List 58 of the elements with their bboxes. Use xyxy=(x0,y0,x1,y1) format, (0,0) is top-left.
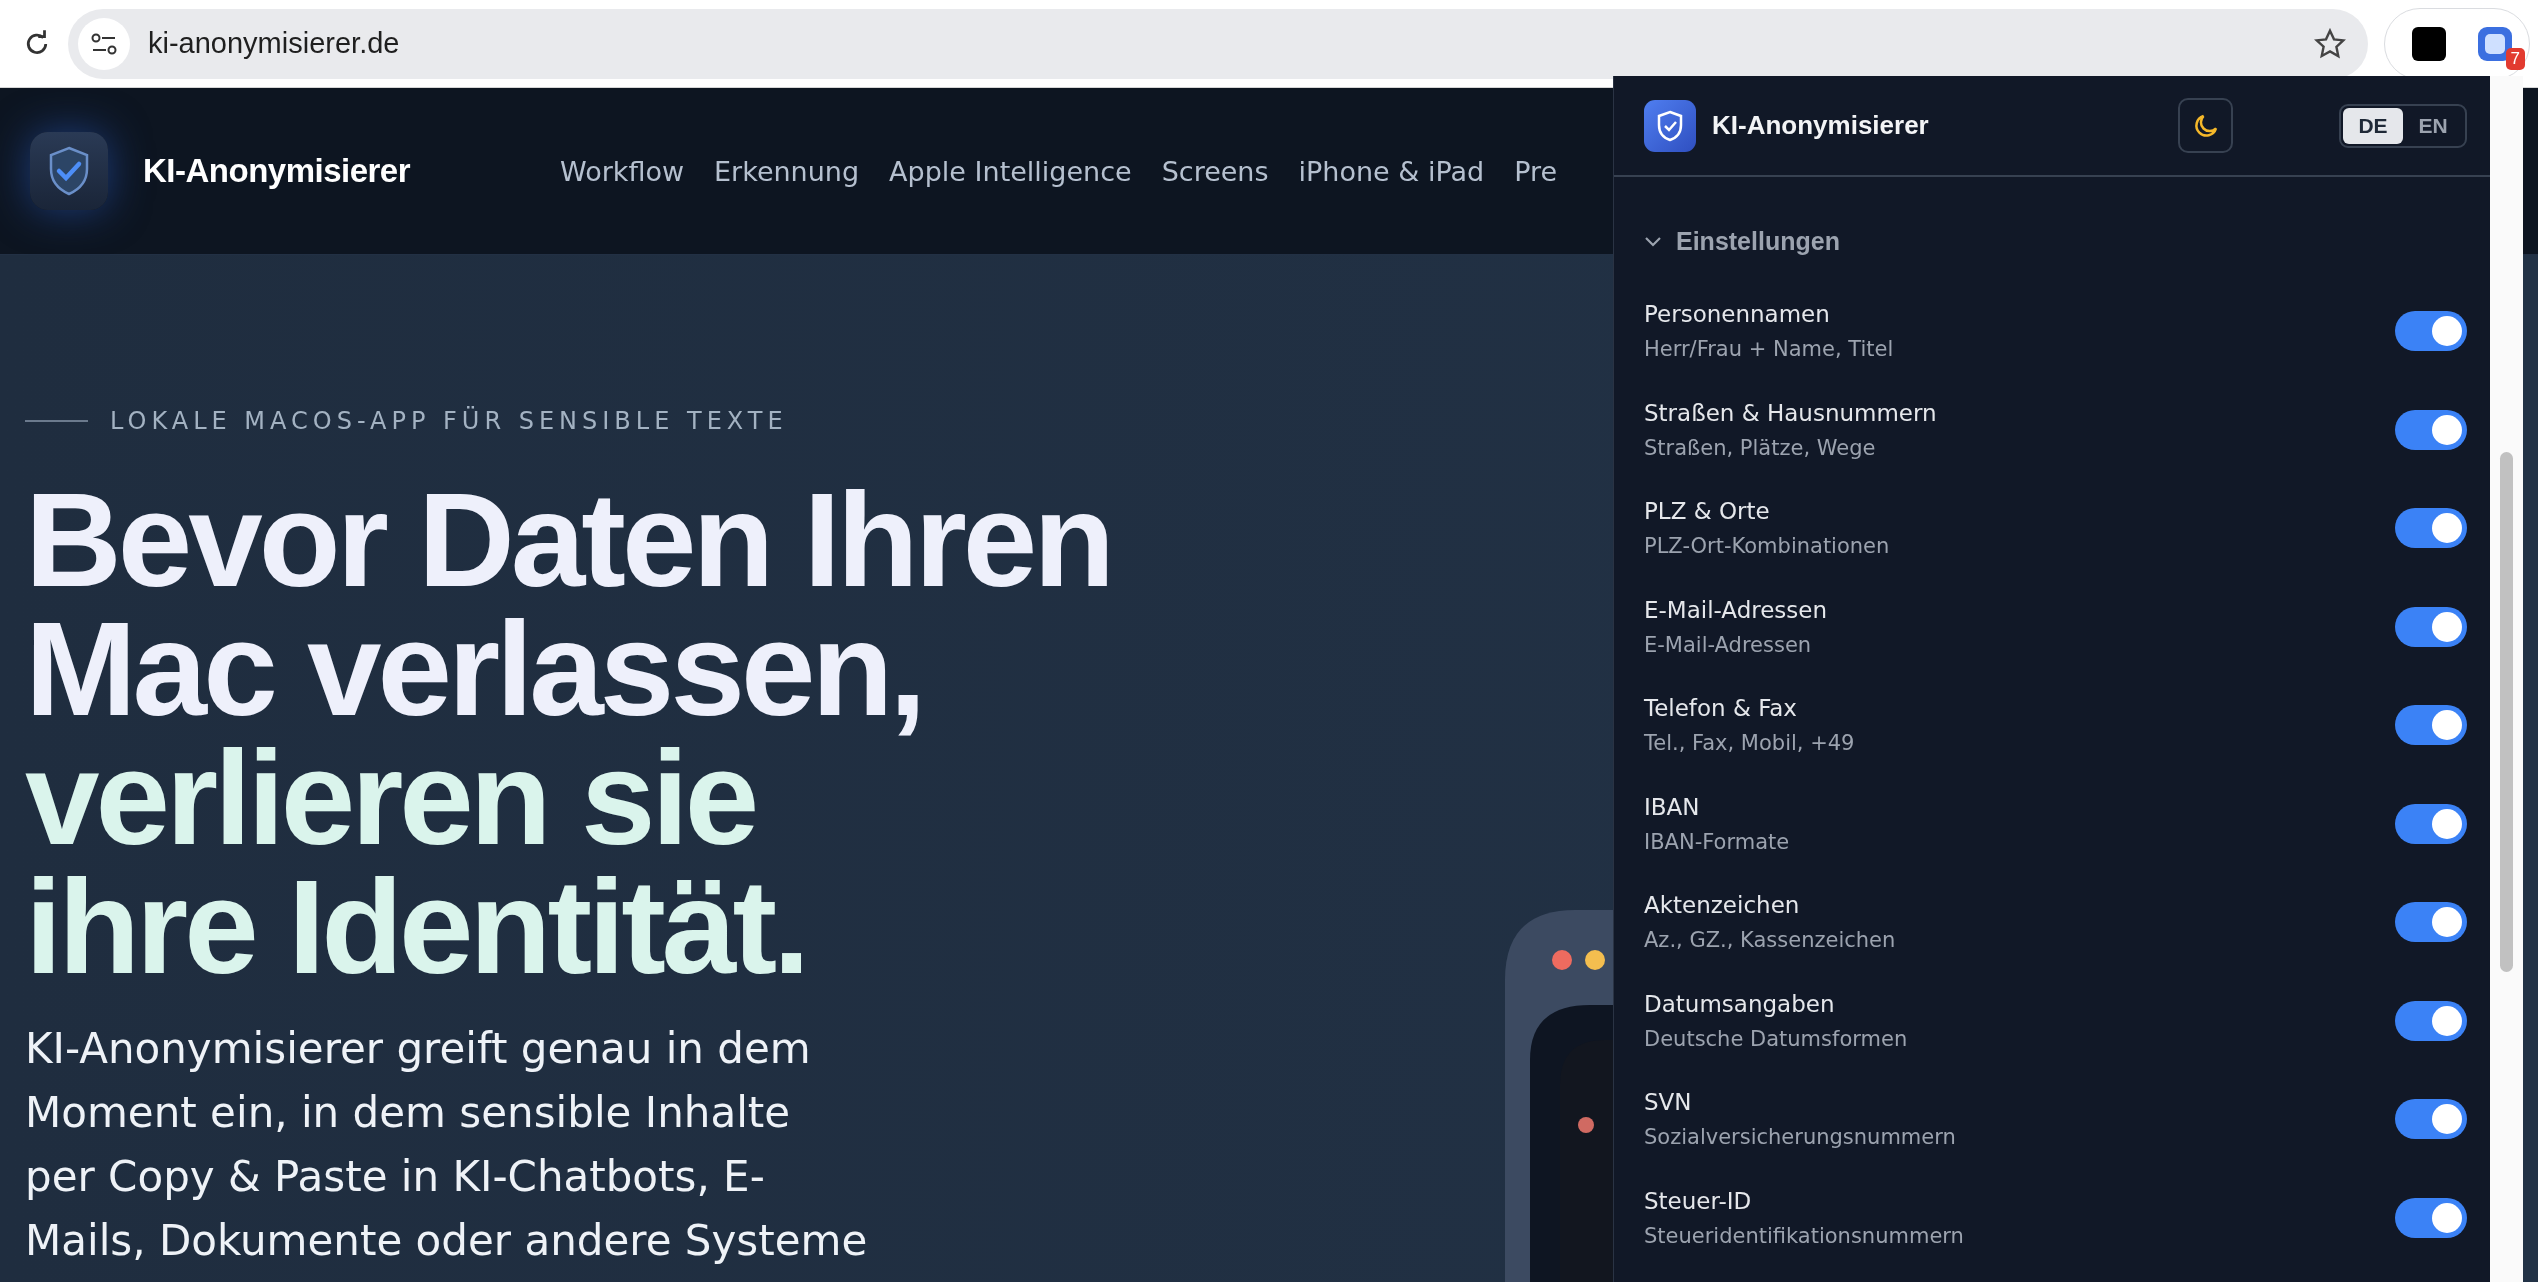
toggle-switch[interactable] xyxy=(2395,606,2467,647)
chevron-icon[interactable] xyxy=(1644,235,1662,248)
nav-link[interactable]: Erkennung xyxy=(714,155,860,187)
setting-name: E-Mail-Adressen xyxy=(1644,596,1828,623)
setting-name: Steuer-ID xyxy=(1644,1187,1753,1214)
shield-logo-icon xyxy=(1644,99,1696,152)
toggle-switch[interactable] xyxy=(2395,902,2467,943)
setting-hint: PLZ-Ort-Kombinationen xyxy=(1644,534,1890,559)
setting-hint: Tel., Fax, Mobil, +49 xyxy=(1644,731,1855,756)
brand-name[interactable]: KI-Anonymisierer xyxy=(143,152,411,190)
setting-name: IBAN xyxy=(1644,793,1701,820)
headline-line: Bevor Daten Ihren xyxy=(25,475,1113,604)
setting-hint: Deutsche Datumsformen xyxy=(1644,1026,1908,1051)
setting-name: PLZ & Orte xyxy=(1644,498,1771,525)
setting-hint: Herr/Frau + Name, Titel xyxy=(1644,337,1894,362)
nav-link[interactable]: Screens xyxy=(1161,155,1269,187)
toggle-switch[interactable] xyxy=(2395,803,2467,844)
toggle-switch[interactable] xyxy=(2395,409,2467,450)
setting-name: Straßen & Hausnummern xyxy=(1644,399,1937,426)
intro-text: Moment ein, in dem sensible Inhalte xyxy=(25,1087,791,1139)
extension-icon[interactable] xyxy=(2412,26,2446,61)
toggle-switch[interactable] xyxy=(2395,311,2467,352)
language-tab[interactable]: DE xyxy=(2343,107,2403,144)
nav-link[interactable]: iPhone & iPad xyxy=(1298,155,1485,187)
toggle-switch[interactable] xyxy=(2395,1197,2467,1238)
headline-line: verlieren sie xyxy=(25,733,756,862)
notification-badge: 7 xyxy=(2505,47,2525,70)
setting-hint: Az., GZ., Kassenzeichen xyxy=(1644,928,1896,953)
nav-link[interactable]: Pre xyxy=(1514,155,1558,187)
headline-line: ihre Identität. xyxy=(25,862,808,991)
setting-hint: Straßen, Plätze, Wege xyxy=(1644,435,1877,460)
section-title[interactable]: Einstellungen xyxy=(1676,227,1840,256)
site-info-icon[interactable] xyxy=(78,17,130,70)
setting-name: Aktenzeichen xyxy=(1644,892,1801,919)
setting-hint: IBAN-Formate xyxy=(1644,829,1790,854)
intro-text: KI-Anonymisierer greift genau in dem xyxy=(25,1023,811,1075)
intro-text: per Copy & Paste in KI-Chatbots, E- xyxy=(25,1151,765,1203)
eyebrow-text: LOKALE MACOS-APP FÜR SENSIBLE TEXTE xyxy=(110,407,788,435)
toggle-switch[interactable] xyxy=(2395,1099,2467,1140)
setting-name: SVN xyxy=(1644,1089,1693,1116)
app-logo-icon[interactable] xyxy=(30,132,108,210)
popup-title: KI-Anonymisierer xyxy=(1712,110,1930,141)
star-icon[interactable] xyxy=(2314,27,2346,60)
scrollbar[interactable] xyxy=(2490,76,2523,1282)
setting-hint: Steueridentifikationsnummern xyxy=(1644,1223,1964,1248)
setting-hint: Sozialversicherungsnummern xyxy=(1644,1125,1956,1150)
language-tab[interactable]: EN xyxy=(2403,107,2463,144)
toggle-switch[interactable] xyxy=(2395,705,2467,746)
toggle-switch[interactable] xyxy=(2395,1000,2467,1041)
nav-link[interactable]: Apple Intelligence xyxy=(889,155,1132,187)
dark-mode-button[interactable] xyxy=(2178,98,2233,153)
setting-hint: E-Mail-Adressen xyxy=(1644,632,1813,657)
intro-text: Mails, Dokumente oder andere Systeme xyxy=(25,1215,868,1267)
setting-name: Personennamen xyxy=(1644,301,1831,328)
setting-name: Datumsangaben xyxy=(1644,990,1836,1017)
toggle-switch[interactable] xyxy=(2395,508,2467,549)
setting-name: Telefon & Fax xyxy=(1644,695,1798,722)
nav-link[interactable]: Workflow xyxy=(560,155,685,187)
